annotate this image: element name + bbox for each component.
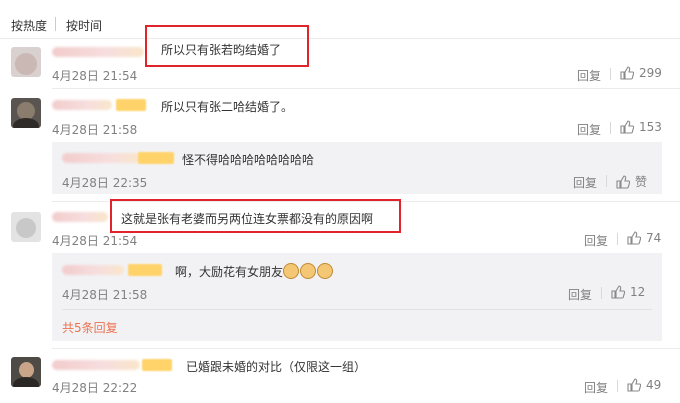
sort-divider bbox=[0, 38, 680, 39]
like-button[interactable]: 赞 bbox=[616, 173, 647, 190]
comment-text: 这就是张有老婆而另两位连女票都没有的原因啊 bbox=[121, 212, 374, 226]
user-badge bbox=[128, 264, 162, 276]
like-button[interactable]: 153 bbox=[620, 120, 662, 134]
reply-button[interactable]: 回复 bbox=[577, 121, 601, 138]
avatar[interactable] bbox=[11, 212, 41, 242]
sub-reply-text: 啊，大励花有女朋友 bbox=[175, 265, 284, 279]
avatar[interactable] bbox=[11, 47, 41, 77]
user-badge bbox=[138, 152, 174, 164]
sub-username[interactable] bbox=[62, 265, 124, 275]
comment-divider bbox=[52, 88, 680, 89]
like-count: 153 bbox=[639, 120, 662, 134]
cat-face-emoji bbox=[283, 263, 299, 279]
like-count: 49 bbox=[646, 378, 662, 392]
thumbs-up-icon bbox=[627, 231, 641, 245]
username[interactable] bbox=[52, 47, 144, 57]
like-count: 299 bbox=[639, 66, 662, 80]
user-badge bbox=[116, 99, 146, 111]
comment-time: 4月28日 22:22 bbox=[52, 381, 138, 395]
username[interactable] bbox=[52, 360, 140, 370]
reply-button[interactable]: 回复 bbox=[573, 174, 597, 191]
sub-divider bbox=[62, 309, 652, 310]
reply-button[interactable]: 回复 bbox=[568, 286, 592, 303]
comment-time: 4月28日 21:54 bbox=[52, 69, 138, 83]
like-count: 赞 bbox=[635, 175, 648, 189]
like-button[interactable]: 49 bbox=[627, 378, 661, 392]
user-badge bbox=[142, 359, 172, 371]
cat-face-emoji bbox=[317, 263, 333, 279]
sort-separator bbox=[55, 17, 56, 31]
username[interactable] bbox=[52, 100, 112, 110]
sub-reply-text: 怪不得哈哈哈哈哈哈哈哈 bbox=[182, 153, 315, 167]
comment-divider bbox=[52, 348, 680, 349]
comment-time: 4月28日 21:54 bbox=[52, 234, 138, 248]
sort-by-time[interactable]: 按时间 bbox=[66, 17, 102, 34]
avatar[interactable] bbox=[11, 357, 41, 387]
separator bbox=[606, 175, 607, 187]
more-replies-link[interactable]: 共5条回复 bbox=[62, 319, 118, 336]
thumbs-up-icon bbox=[616, 174, 630, 189]
comment-time: 4月28日 21:58 bbox=[52, 123, 138, 137]
reply-button[interactable]: 回复 bbox=[584, 232, 608, 249]
like-button[interactable]: 74 bbox=[627, 231, 661, 245]
sub-username[interactable] bbox=[62, 153, 142, 163]
thumbs-up-icon bbox=[620, 120, 634, 134]
thumbs-up-icon bbox=[620, 66, 634, 80]
sub-reply-time: 4月28日 22:35 bbox=[62, 176, 148, 190]
comment-text: 所以只有张若昀结婚了 bbox=[161, 43, 282, 57]
like-count: 74 bbox=[646, 231, 662, 245]
like-count: 12 bbox=[630, 285, 646, 299]
separator bbox=[617, 380, 618, 392]
thumbs-up-icon bbox=[627, 378, 641, 392]
username[interactable] bbox=[52, 212, 108, 222]
reply-button[interactable]: 回复 bbox=[577, 67, 601, 84]
separator bbox=[617, 233, 618, 245]
avatar[interactable] bbox=[11, 98, 41, 128]
sub-reply-time: 4月28日 21:58 bbox=[62, 288, 148, 302]
sort-by-hot[interactable]: 按热度 bbox=[11, 17, 47, 34]
separator bbox=[610, 122, 611, 134]
like-button[interactable]: 299 bbox=[620, 66, 662, 80]
comment-text: 已婚跟未婚的对比（仅限这一组） bbox=[186, 360, 367, 374]
reply-button[interactable]: 回复 bbox=[584, 379, 608, 396]
separator bbox=[610, 68, 611, 80]
thumbs-up-icon bbox=[611, 285, 625, 299]
like-button[interactable]: 12 bbox=[611, 285, 645, 299]
separator bbox=[601, 287, 602, 299]
comment-text: 所以只有张二哈结婚了。 bbox=[161, 100, 294, 114]
cat-face-emoji bbox=[300, 263, 316, 279]
